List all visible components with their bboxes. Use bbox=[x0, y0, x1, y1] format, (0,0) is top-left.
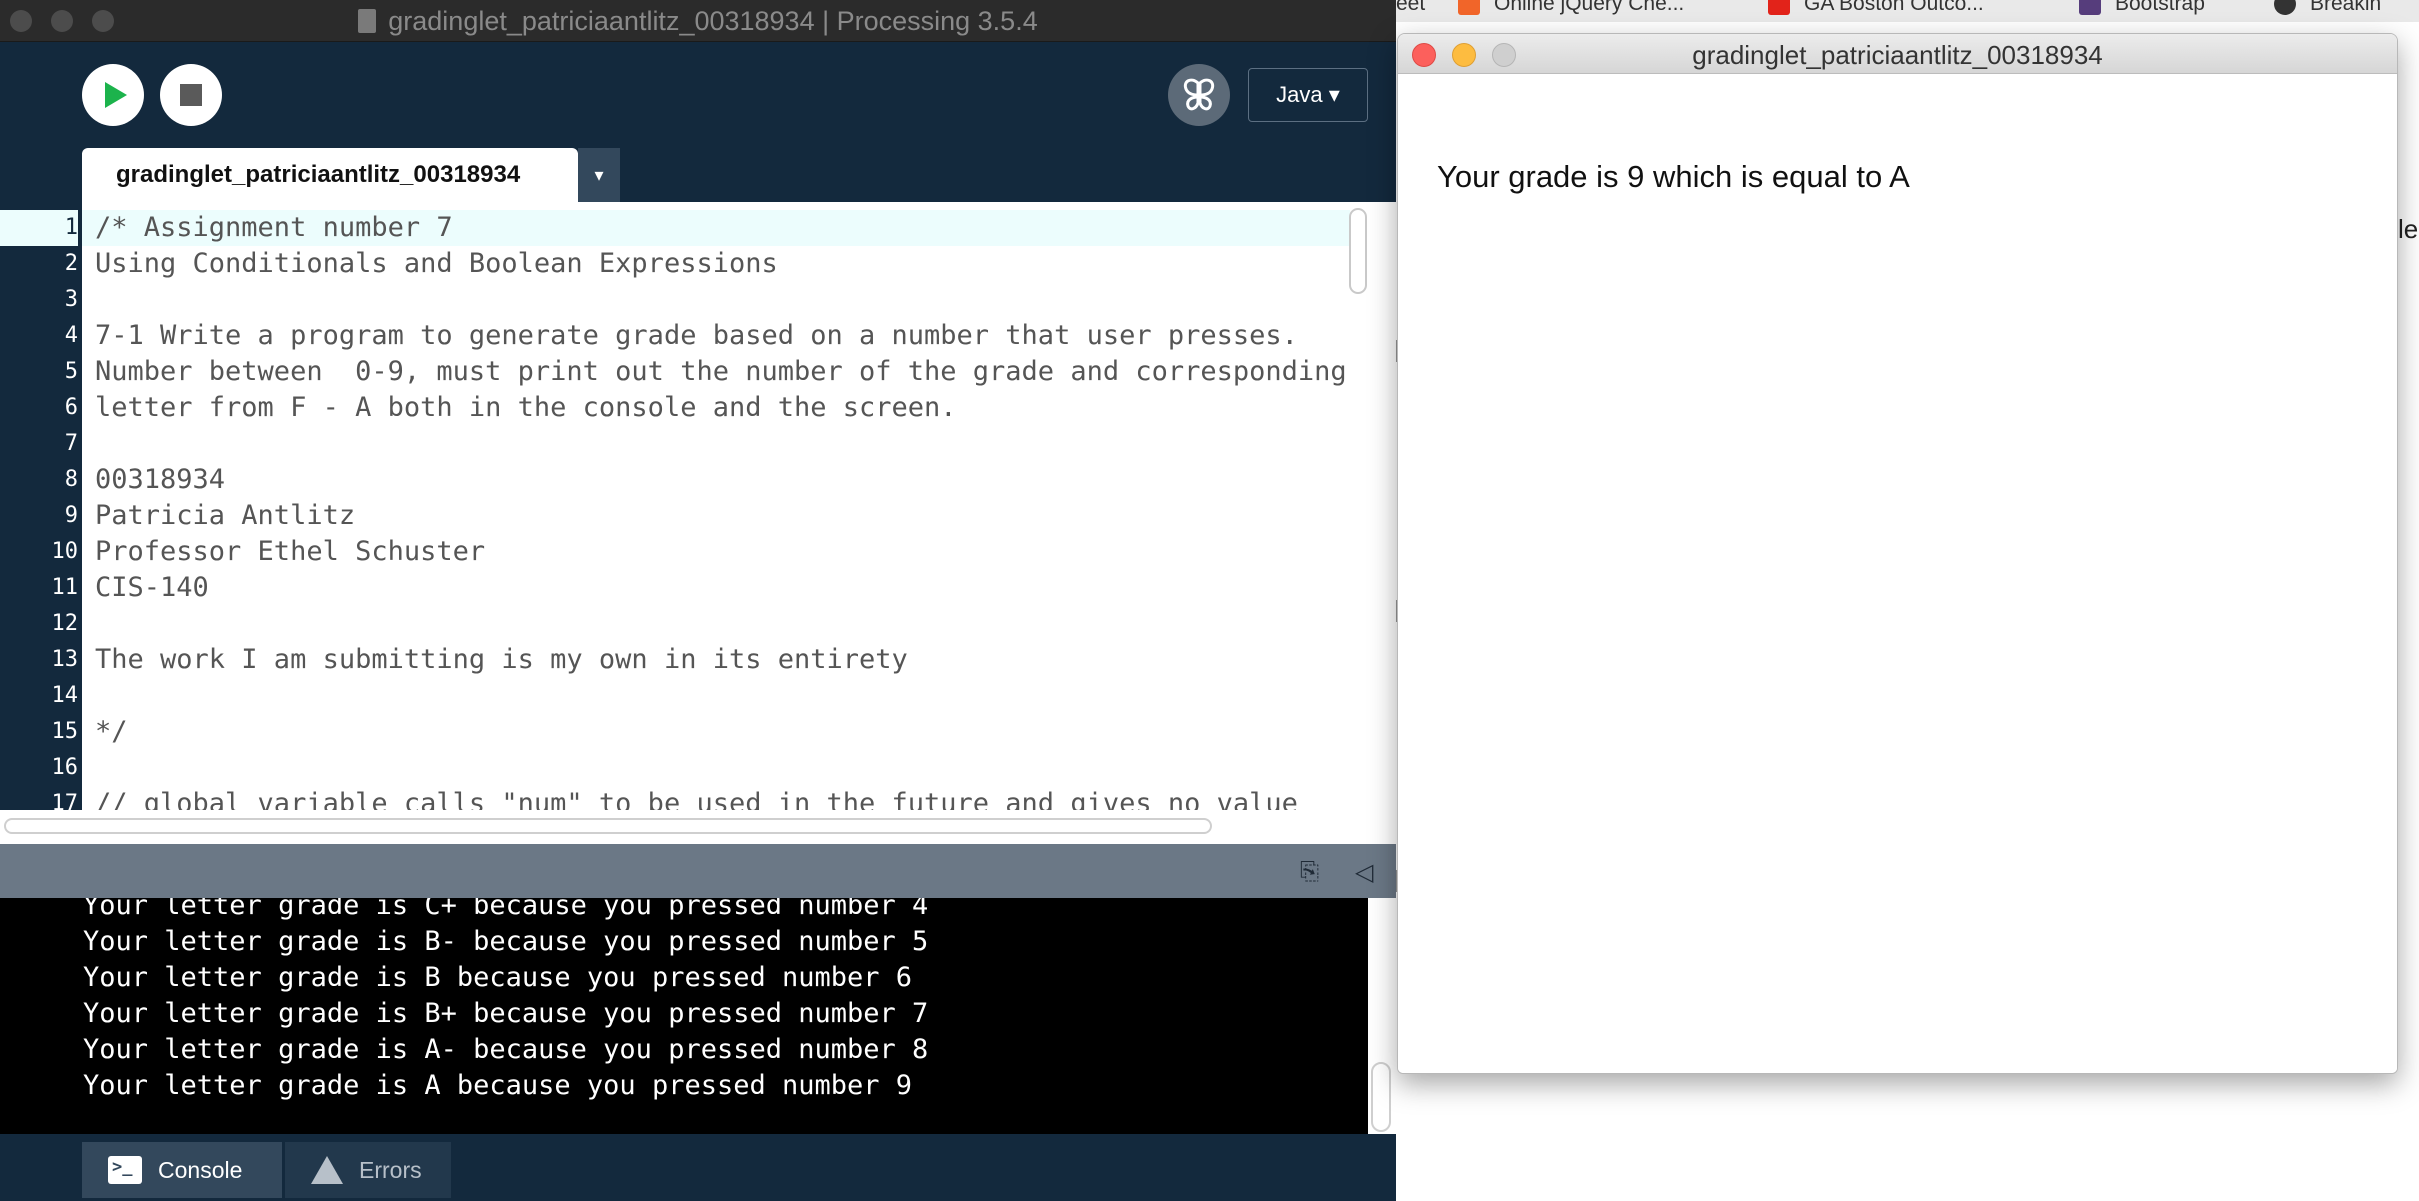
copy-icon[interactable]: ⎘ bbox=[1300, 858, 1319, 886]
line-number: 13 bbox=[51, 647, 79, 672]
line-number: 1 bbox=[0, 210, 78, 246]
tab-menu-button[interactable]: ▾ bbox=[578, 148, 620, 202]
github-icon bbox=[2274, 0, 2296, 15]
code-line[interactable]: // global variable calls "num" to be use… bbox=[82, 786, 1350, 810]
code-line[interactable] bbox=[82, 678, 1350, 714]
message-bar: ⎘ ◁ bbox=[0, 844, 1396, 898]
bookmark-label: eet bbox=[1396, 0, 1426, 15]
horizontal-scroll-thumb[interactable] bbox=[4, 818, 1212, 834]
code-line[interactable] bbox=[82, 426, 1350, 462]
editor-scroll-thumb[interactable] bbox=[1349, 208, 1367, 294]
line-number: 5 bbox=[64, 359, 78, 384]
bookmark-item[interactable]: Online jQuery Che... bbox=[1458, 0, 1684, 16]
line-number: 15 bbox=[51, 719, 79, 744]
code-line[interactable]: Professor Ethel Schuster bbox=[82, 534, 1350, 570]
play-icon bbox=[105, 82, 127, 108]
code-line[interactable]: The work I am submitting is my own in it… bbox=[82, 642, 1350, 678]
ide-window-title-text: gradinglet_patriciaantlitz_00318934 | Pr… bbox=[388, 6, 1038, 36]
console-line: Your letter grade is B- because you pres… bbox=[83, 926, 929, 957]
ide-footer: Console Errors bbox=[0, 1134, 1396, 1201]
sketch-output-window: gradinglet_patriciaantlitz_00318934 Your… bbox=[1397, 33, 2398, 1074]
console-line: Your letter grade is A because you press… bbox=[83, 1070, 913, 1101]
bookmark-item[interactable]: eet bbox=[1396, 0, 1425, 16]
console-tab-label: Console bbox=[158, 1156, 243, 1183]
ide-titlebar: gradinglet_patriciaantlitz_00318934 | Pr… bbox=[0, 0, 1396, 42]
code-line[interactable]: Number between 0-9, must print out the n… bbox=[82, 354, 1350, 390]
console-scroll-thumb[interactable] bbox=[1371, 1062, 1391, 1132]
line-number: 6 bbox=[64, 395, 78, 420]
code-line[interactable] bbox=[82, 606, 1350, 642]
editor-horizontal-scrollbar[interactable] bbox=[0, 810, 1396, 844]
errors-tab[interactable]: Errors bbox=[285, 1142, 451, 1198]
bookmark-label: GA Boston Outco... bbox=[1804, 0, 1984, 15]
mode-selector[interactable]: Java ▾ bbox=[1248, 68, 1368, 122]
html5-icon bbox=[1458, 0, 1480, 15]
console-line: Your letter grade is B because you press… bbox=[83, 962, 913, 993]
ide-window-title: gradinglet_patriciaantlitz_00318934 | Pr… bbox=[0, 6, 1396, 37]
line-number: 9 bbox=[64, 503, 78, 528]
butterfly-debug-icon bbox=[1183, 78, 1215, 111]
background-window-text: le bbox=[2398, 214, 2419, 244]
console-line: Your letter grade is B+ because you pres… bbox=[83, 998, 929, 1029]
line-number: 16 bbox=[51, 755, 79, 780]
line-number: 2 bbox=[64, 251, 78, 276]
bookmark-item[interactable]: Breakin bbox=[2274, 0, 2381, 16]
code-line[interactable] bbox=[82, 282, 1350, 318]
stop-button[interactable] bbox=[160, 64, 222, 126]
stop-icon bbox=[180, 84, 202, 106]
sketch-tab[interactable]: gradinglet_patriciaantlitz_00318934 bbox=[82, 148, 578, 202]
line-number: 8 bbox=[64, 467, 78, 492]
code-line[interactable]: 00318934 bbox=[82, 462, 1350, 498]
code-line[interactable]: /* Assignment number 7 bbox=[82, 210, 1350, 246]
line-number: 14 bbox=[51, 683, 79, 708]
bookmark-label: Online jQuery Che... bbox=[1494, 0, 1685, 15]
code-line[interactable]: */ bbox=[82, 714, 1350, 750]
errors-tab-label: Errors bbox=[359, 1156, 422, 1183]
console-line: Your letter grade is C+ because you pres… bbox=[83, 898, 929, 921]
code-line[interactable]: 7-1 Write a program to generate grade ba… bbox=[82, 318, 1350, 354]
line-number: 7 bbox=[64, 431, 78, 456]
code-text-area[interactable]: /* Assignment number 7 Using Conditionals… bbox=[82, 202, 1350, 810]
code-line[interactable] bbox=[82, 750, 1350, 786]
code-line[interactable]: letter from F - A both in the console an… bbox=[82, 390, 1350, 426]
code-line[interactable]: Using Conditionals and Boolean Expressio… bbox=[82, 246, 1350, 282]
code-line[interactable]: CIS-140 bbox=[82, 570, 1350, 606]
mode-label: Java ▾ bbox=[1276, 82, 1340, 107]
line-number: 4 bbox=[64, 323, 78, 348]
warning-icon bbox=[311, 1156, 343, 1184]
line-number: 10 bbox=[51, 539, 79, 564]
code-line[interactable]: Patricia Antlitz bbox=[82, 498, 1350, 534]
grade-output-text: Your grade is 9 which is equal to A bbox=[1437, 159, 1910, 194]
processing-ide-window: gradinglet_patriciaantlitz_00318934 | Pr… bbox=[0, 0, 1396, 1201]
chevron-down-icon: ▾ bbox=[594, 164, 604, 185]
terminal-icon bbox=[108, 1156, 142, 1184]
bootstrap-icon bbox=[2079, 0, 2101, 15]
sketch-canvas[interactable] bbox=[1398, 74, 2397, 1073]
browser-bookmarks-bar: eet Online jQuery Che... GA Boston Outco… bbox=[1396, 0, 2419, 22]
console-line: Your letter grade is A- because you pres… bbox=[83, 1034, 929, 1065]
bookmark-label: Bootstrap bbox=[2115, 0, 2205, 15]
sketch-window-title: gradinglet_patriciaantlitz_00318934 bbox=[1692, 40, 2103, 70]
sketch-titlebar: gradinglet_patriciaantlitz_00318934 bbox=[1398, 34, 2397, 74]
bookmark-label: Breakin bbox=[2310, 0, 2382, 15]
line-number: 11 bbox=[51, 575, 79, 600]
run-button[interactable] bbox=[82, 64, 144, 126]
document-icon bbox=[358, 9, 377, 33]
ide-toolbar: Java ▾ bbox=[0, 42, 1396, 147]
debug-button[interactable] bbox=[1168, 64, 1230, 126]
collapse-console-icon[interactable]: ◁ bbox=[1355, 858, 1373, 887]
sketch-tab-label: gradinglet_patriciaantlitz_00318934 bbox=[116, 161, 521, 188]
bookmark-item[interactable]: GA Boston Outco... bbox=[1768, 0, 1984, 16]
line-number: 3 bbox=[64, 287, 78, 312]
line-number-gutter: 1 2 3 4 5 6 7 8 9 10 11 12 13 14 15 16 17 bbox=[0, 202, 82, 816]
console-output: Your letter grade is C+ because you pres… bbox=[0, 898, 1368, 1134]
ga-logo-icon bbox=[1768, 0, 1790, 15]
bookmark-item[interactable]: Bootstrap bbox=[2079, 0, 2205, 16]
line-number: 12 bbox=[51, 611, 79, 636]
code-editor: 1 2 3 4 5 6 7 8 9 10 11 12 13 14 15 16 17 /* Assignment … bbox=[0, 202, 1396, 816]
console-tab[interactable]: Console bbox=[82, 1142, 282, 1198]
